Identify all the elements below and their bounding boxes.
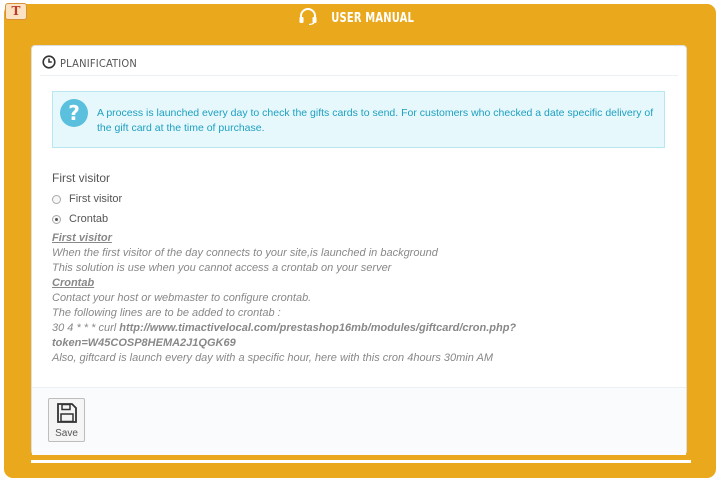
cron-url: http://www.timactivelocal.com/prestashop… — [119, 322, 517, 334]
bottom-strip — [31, 460, 691, 463]
cron-token: token=W45COSP8HEMA2J1QGK69 — [52, 337, 236, 349]
help-title-crontab: Crontab — [52, 277, 95, 289]
radio-label: First visitor — [69, 193, 123, 205]
panel-title: PLANIFICATION — [60, 56, 138, 70]
save-button[interactable]: Save — [48, 398, 85, 442]
panel-heading: PLANIFICATION — [42, 54, 137, 72]
cron-token-line: token=W45COSP8HEMA2J1QGK69 — [52, 336, 672, 351]
info-alert: ? A process is launched every day to che… — [52, 91, 665, 148]
planification-panel: PLANIFICATION ? A process is launched ev… — [31, 45, 687, 455]
help-line: When the first visitor of the day connec… — [52, 247, 438, 259]
radio-button[interactable] — [52, 194, 61, 204]
field-label: First visitor — [52, 171, 110, 185]
panel-footer: Save — [32, 387, 686, 455]
panel-divider — [40, 75, 678, 76]
header: USER MANUAL — [4, 4, 716, 32]
help-line: The following lines are to be added to c… — [52, 307, 281, 319]
question-icon: ? — [60, 99, 88, 127]
help-text: First visitor When the first visitor of … — [52, 231, 672, 366]
floppy-disk-icon — [56, 402, 78, 428]
radio-button-checked[interactable] — [52, 214, 61, 224]
clock-icon — [42, 54, 56, 72]
cron-command: 30 4 * * * curl http://www.timactiveloca… — [52, 321, 672, 336]
radio-crontab[interactable]: Crontab — [52, 213, 108, 225]
radio-label: Crontab — [69, 213, 109, 225]
cron-prefix: 30 4 * * * curl — [52, 322, 120, 334]
help-line: Also, giftcard is launch every day with … — [52, 352, 494, 364]
help-title-first-visitor: First visitor — [52, 232, 112, 244]
headset-icon — [298, 7, 318, 29]
radio-first-visitor[interactable]: First visitor — [52, 193, 122, 205]
save-label: Save — [55, 428, 78, 439]
alert-message: A process is launched every day to check… — [97, 107, 654, 134]
help-line: This solution is use when you cannot acc… — [52, 262, 392, 274]
help-line: Contact your host or webmaster to config… — [52, 292, 312, 304]
header-title: USER MANUAL — [331, 10, 415, 26]
